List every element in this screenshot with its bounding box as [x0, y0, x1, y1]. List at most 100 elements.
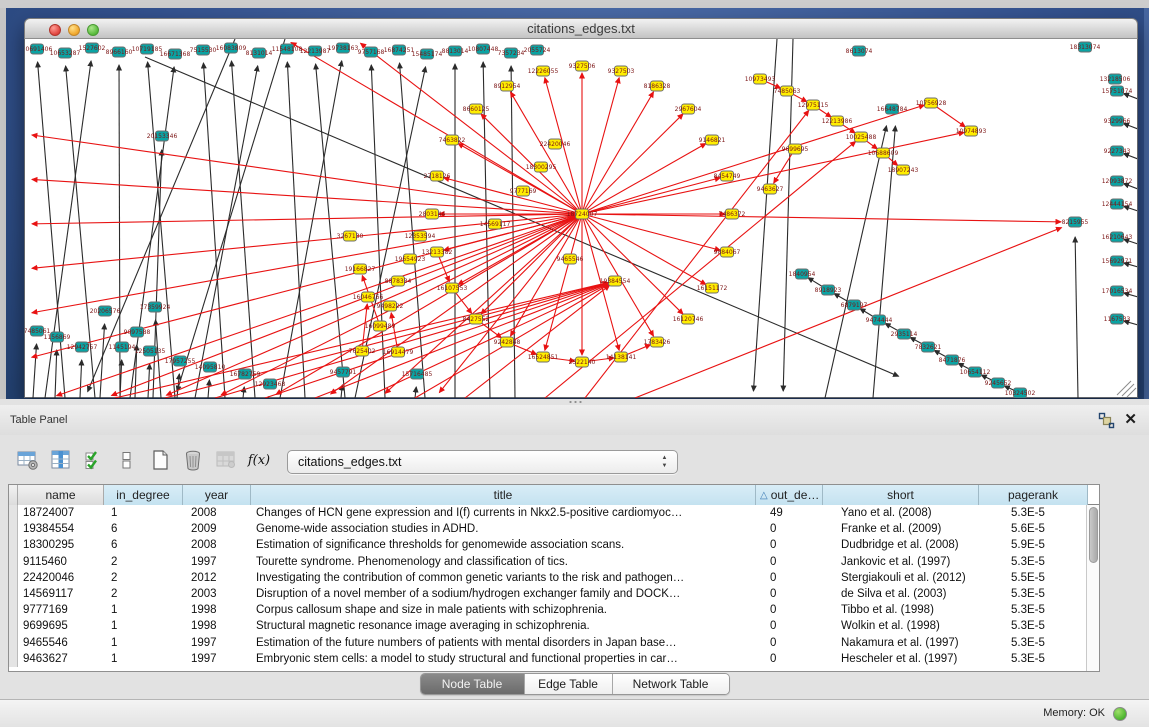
node-label: 8660125 — [463, 106, 490, 113]
table-row[interactable]: 969969511998Structural magnetic resonanc… — [9, 618, 1099, 634]
node-label: 10807448 — [468, 46, 499, 53]
row-gutter — [9, 635, 18, 651]
node-label: 14569117 — [480, 221, 511, 228]
table-select-dropdown[interactable]: citations_edges.txt ▲▼ — [287, 450, 678, 474]
node-label: 7832621 — [915, 344, 942, 351]
column-label: name — [45, 488, 75, 502]
node-label: 8966160 — [106, 49, 133, 56]
cell-short: Dudbridge et al. (2008) — [823, 537, 979, 553]
node-label: 7515530 — [190, 47, 217, 54]
table-row[interactable]: 1872400712008Changes of HCN gene express… — [9, 505, 1099, 521]
column-header-short[interactable]: short — [823, 485, 979, 505]
cell-year: 1998 — [183, 602, 251, 618]
node-label: 12226055 — [528, 68, 559, 75]
minimize-traffic-light[interactable] — [68, 24, 80, 36]
cell-name: 9465546 — [18, 635, 104, 651]
node-label: 8454749 — [714, 173, 741, 180]
column-header-name[interactable]: name — [18, 485, 104, 505]
cell-title: Corpus callosum shape and size in male p… — [251, 602, 756, 618]
node-label: 1156869 — [44, 334, 71, 341]
node-label: 16782759 — [230, 371, 261, 378]
node-label: 9463627 — [757, 186, 784, 193]
node-label: 19654923 — [395, 256, 426, 263]
node-label: 19384554 — [600, 278, 631, 285]
node-label: 7486372 — [719, 211, 746, 218]
column-header-title[interactable]: title — [251, 485, 756, 505]
node-label: 9498222 — [377, 303, 404, 310]
cell-short: Franke et al. (2009) — [823, 521, 979, 537]
delete-icon[interactable] — [181, 448, 205, 472]
node-label: 10756928 — [916, 100, 947, 107]
node-label: 12213986 — [822, 118, 853, 125]
cell-pagerank: 5.3E-5 — [979, 505, 1088, 521]
node-label: 7625402 — [349, 348, 376, 355]
table-row[interactable]: 1456911722003Disruption of a novel membe… — [9, 586, 1099, 602]
row-gutter — [9, 586, 18, 602]
cell-year: 1998 — [183, 618, 251, 634]
node-label: 1145194 — [109, 344, 136, 351]
table-settings-icon[interactable] — [16, 448, 40, 472]
close-traffic-light[interactable] — [49, 24, 61, 36]
dropdown-stepper-icon: ▲▼ — [660, 454, 669, 470]
tab-network-table[interactable]: Network Table — [613, 674, 729, 694]
network-window[interactable]: citations_edges.txt 74863728454749914682… — [24, 18, 1138, 398]
node-label: 20206576 — [90, 308, 121, 315]
cell-pagerank: 5.3E-5 — [979, 618, 1088, 634]
node-label: 12505135 — [135, 348, 166, 355]
deselect-all-icon[interactable] — [115, 448, 139, 472]
table-row[interactable]: 946554611997Estimation of the future num… — [9, 635, 1099, 651]
cell-in_degree: 2 — [104, 586, 183, 602]
panel-title: Table Panel — [10, 405, 68, 435]
function-builder-icon[interactable]: f(x) — [247, 448, 271, 472]
float-panel-icon[interactable] — [1098, 412, 1115, 429]
scrollbar-thumb[interactable] — [1089, 507, 1098, 563]
node-label: 9329966 — [1104, 118, 1131, 125]
table-row[interactable]: 2242004622012Investigating the contribut… — [9, 570, 1099, 586]
select-all-icon[interactable] — [82, 448, 106, 472]
node-label: 20153346 — [147, 133, 178, 140]
table-row[interactable]: 911546021997Tourette syndrome. Phenomeno… — [9, 554, 1099, 570]
tab-edge-table[interactable]: Edge Table — [525, 674, 613, 694]
cell-year: 2009 — [183, 521, 251, 537]
node-label: 12093872 — [1102, 178, 1133, 185]
node-label: 12975115 — [798, 102, 829, 109]
node-label: 2055724 — [524, 47, 551, 54]
network-canvas[interactable]: 7486372845474991468212967604818632893275… — [24, 39, 1138, 398]
column-header-in_degree[interactable]: in_degree — [104, 485, 183, 505]
column-header-year[interactable]: year — [183, 485, 251, 505]
node-label: 14095810 — [195, 364, 226, 371]
network-desktop[interactable]: citations_edges.txt 74863728454749914682… — [6, 8, 1149, 399]
cell-short: de Silva et al. (2003) — [823, 586, 979, 602]
network-window-titlebar[interactable]: citations_edges.txt — [24, 18, 1138, 39]
table-row[interactable]: 977716911998Corpus callosum shape and si… — [9, 602, 1099, 618]
table-row[interactable]: 946362711997Embryonic stem cells: a mode… — [9, 651, 1099, 667]
table-row[interactable]: 1938455462009Genome-wide association stu… — [9, 521, 1099, 537]
node-table: name in_degreeyeartitle△out_de…shortpager… — [8, 484, 1100, 672]
node-label: 12923468 — [255, 381, 286, 388]
node-label: 16524851 — [528, 354, 559, 361]
node-label: 13213382 — [422, 249, 453, 256]
import-table-icon[interactable] — [214, 448, 238, 472]
show-column-icon[interactable] — [49, 448, 73, 472]
cell-title: Estimation of significance thresholds fo… — [251, 537, 756, 553]
cell-short: Tibbo et al. (1998) — [823, 602, 979, 618]
column-header-out_de[interactable]: △out_de… — [756, 485, 823, 505]
window-title: citations_edges.txt — [25, 19, 1137, 39]
cell-title: Embryonic stem cells: a model to study s… — [251, 651, 756, 667]
resize-grip-icon[interactable] — [1117, 381, 1136, 397]
node-label: 18300295 — [526, 164, 557, 171]
node-label: 2718126 — [424, 173, 451, 180]
cell-pagerank: 5.3E-5 — [979, 635, 1088, 651]
cell-year: 2012 — [183, 570, 251, 586]
close-panel-icon[interactable]: ✕ — [1124, 409, 1137, 431]
table-row[interactable]: 1830029562008Estimation of significance … — [9, 537, 1099, 553]
cell-year: 1997 — [183, 635, 251, 651]
table-scrollbar[interactable] — [1086, 505, 1099, 671]
node-label: 12213987 — [300, 48, 331, 55]
node-label: 16083809 — [216, 45, 247, 52]
column-header-pagerank[interactable]: pagerank — [979, 485, 1088, 505]
new-file-icon[interactable] — [148, 448, 172, 472]
tab-node-table[interactable]: Node Table — [421, 674, 525, 694]
zoom-traffic-light[interactable] — [87, 24, 99, 36]
node-label: 18313074 — [1070, 44, 1101, 51]
